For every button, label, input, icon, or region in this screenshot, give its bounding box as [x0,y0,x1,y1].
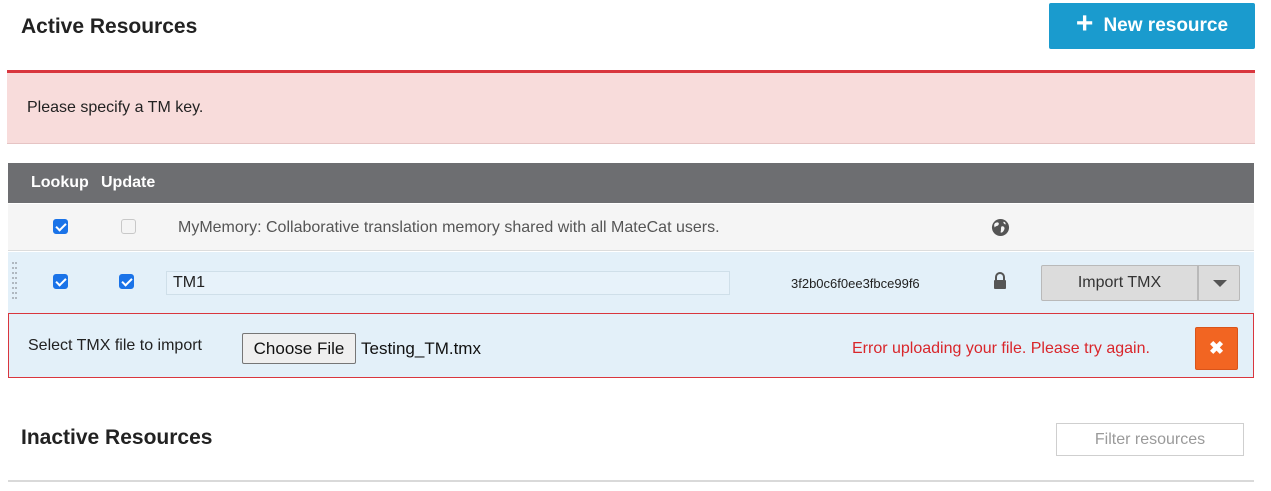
lock-icon [993,272,1007,295]
import-tmx-group: Import TMX [1041,265,1240,301]
table-header: Lookup Update [8,163,1254,203]
import-label: Select TMX file to import [28,337,202,354]
plus-icon: + [1075,7,1094,40]
import-dropdown-button[interactable] [1198,265,1240,301]
active-resources-title: Active Resources [21,15,198,38]
divider [8,480,1254,482]
close-icon[interactable]: ✖ [1195,327,1238,370]
column-update: Update [101,174,156,191]
filter-resources-input[interactable] [1056,423,1244,456]
table-row-tm1: 3f2b0c6f0ee3fbce99f6 Import TMX [8,252,1254,313]
update-checkbox [121,219,136,234]
choose-file-button[interactable]: Choose File [242,333,356,364]
import-tmx-panel: Select TMX file to import Choose File Te… [8,313,1254,378]
tm-key: 3f2b0c6f0ee3fbce99f6 [791,276,920,291]
upload-error-message: Error uploading your file. Please try ag… [852,340,1150,357]
lookup-checkbox[interactable] [53,274,68,289]
error-alert: Please specify a TM key. [7,70,1255,144]
globe-icon [991,218,1010,242]
resource-name: MyMemory: Collaborative translation memo… [178,219,720,236]
new-resource-label: New resource [1103,15,1229,36]
inactive-resources-title: Inactive Resources [21,426,213,449]
column-lookup: Lookup [31,174,89,191]
new-resource-button[interactable]: + New resource [1049,3,1255,49]
alert-message: Please specify a TM key. [27,99,204,116]
drag-handle[interactable] [12,262,18,304]
table-row-mymemory: MyMemory: Collaborative translation memo… [8,204,1254,251]
lookup-checkbox[interactable] [53,219,68,234]
selected-file-name: Testing_TM.tmx [361,339,481,358]
import-tmx-button[interactable]: Import TMX [1041,265,1198,301]
update-checkbox[interactable] [119,274,134,289]
tm-name-input[interactable] [166,271,730,295]
